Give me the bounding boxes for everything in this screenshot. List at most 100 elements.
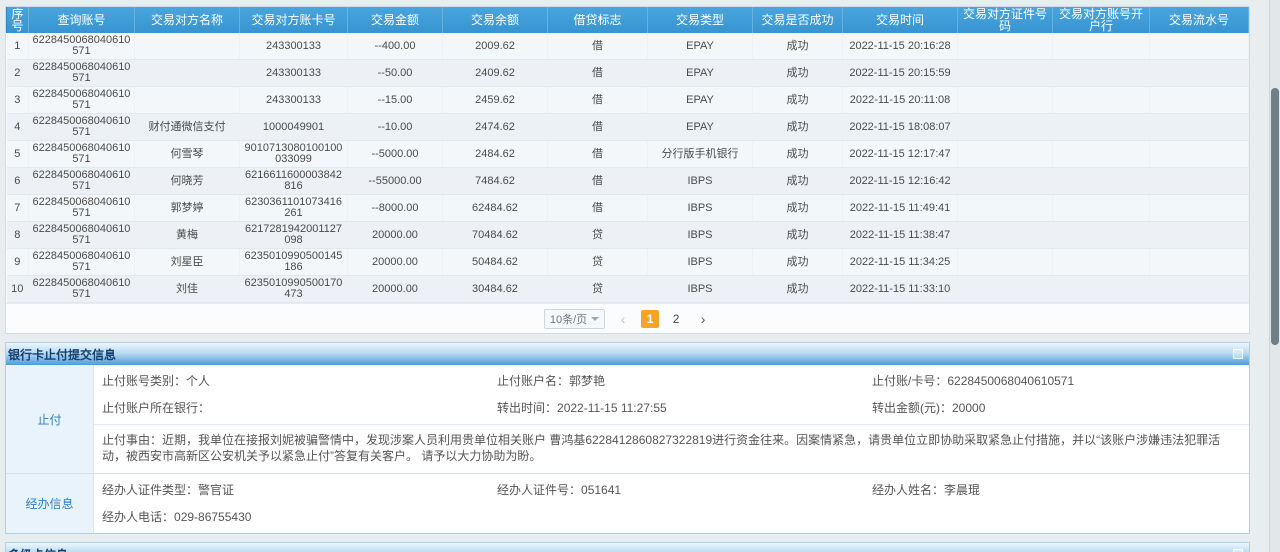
cell-flag: 借 bbox=[548, 60, 648, 87]
cell-time: 2022-11-15 12:17:47 bbox=[843, 141, 958, 168]
cell-type: EPAY bbox=[648, 33, 753, 60]
cell-card: 6230361101073416261 bbox=[240, 195, 348, 222]
collapse-icon[interactable] bbox=[1233, 349, 1243, 359]
multi-card-section: 多级卡信息 序号级别止付类型所属机构账号余额止付结果录入人录入单位录入时间 1一… bbox=[5, 542, 1250, 552]
column-header: 交易对方证件号码 bbox=[958, 7, 1053, 33]
table-row: 36228450068040610571 243300133--15.002459… bbox=[7, 87, 1249, 114]
page-size-select[interactable]: 10条/页 bbox=[544, 309, 605, 329]
cell-balance: 2459.62 bbox=[443, 87, 548, 114]
stop-payment-section-header: 银行卡止付提交信息 bbox=[6, 343, 1249, 365]
column-header: 借贷标志 bbox=[548, 7, 648, 33]
table-row: 66228450068040610571何晓芳62166116000038428… bbox=[7, 168, 1249, 195]
page-size-label: 10条/页 bbox=[550, 311, 587, 327]
vertical-scrollbar[interactable] bbox=[1269, 0, 1280, 552]
cell-seq: 1 bbox=[7, 33, 29, 60]
cell-bank bbox=[1053, 33, 1150, 60]
cell-type: EPAY bbox=[648, 60, 753, 87]
section-title: 多级卡信息 bbox=[8, 546, 68, 552]
cell-success: 成功 bbox=[753, 141, 843, 168]
cell-cert bbox=[958, 222, 1053, 249]
cell-flag: 贷 bbox=[548, 222, 648, 249]
cell-cert bbox=[958, 87, 1053, 114]
cell-flag: 借 bbox=[548, 33, 648, 60]
table-row: 56228450068040610571何雪琴90107130801001000… bbox=[7, 141, 1249, 168]
cell-seq: 9 bbox=[7, 249, 29, 276]
page-button-2[interactable]: 2 bbox=[667, 310, 685, 328]
column-header: 查询账号 bbox=[29, 7, 135, 33]
handler-content: 经办人证件类型：警官证 经办人证件号：051641 经办人姓名：李晨琨 经办人电… bbox=[94, 474, 1249, 533]
scrollbar-thumb[interactable] bbox=[1271, 88, 1279, 345]
prev-page-icon[interactable]: ‹ bbox=[615, 311, 631, 327]
cell-cert bbox=[958, 276, 1053, 303]
cell-card: 243300133 bbox=[240, 87, 348, 114]
table-row: 86228450068040610571黄梅621728194200112709… bbox=[7, 222, 1249, 249]
cell-type: IBPS bbox=[648, 249, 753, 276]
cell-flag: 借 bbox=[548, 195, 648, 222]
field-account-category: 止付账号类别：个人 bbox=[102, 372, 497, 390]
table-row: 96228450068040610571刘星臣62350109905001451… bbox=[7, 249, 1249, 276]
field-handler-name: 经办人姓名：李晨琨 bbox=[872, 481, 1245, 499]
cell-type: 分行版手机银行 bbox=[648, 141, 753, 168]
cell-name: 何晓芳 bbox=[135, 168, 240, 195]
column-header: 交易金额 bbox=[348, 7, 443, 33]
cell-amount: --15.00 bbox=[348, 87, 443, 114]
cell-card: 6235010990500170473 bbox=[240, 276, 348, 303]
transactions-panel: 序号查询账号交易对方名称交易对方账卡号交易金额交易余额借贷标志交易类型交易是否成… bbox=[5, 6, 1250, 334]
cell-cert bbox=[958, 33, 1053, 60]
main-content: 序号查询账号交易对方名称交易对方账卡号交易金额交易余额借贷标志交易类型交易是否成… bbox=[0, 0, 1268, 552]
transactions-table: 序号查询账号交易对方名称交易对方账卡号交易金额交易余额借贷标志交易类型交易是否成… bbox=[6, 7, 1249, 303]
cell-seq: 3 bbox=[7, 87, 29, 114]
multi-card-section-header: 多级卡信息 bbox=[6, 543, 1249, 552]
field-transfer-time: 转出时间：2022-11-15 11:27:55 bbox=[497, 399, 872, 417]
stop-payment-section: 银行卡止付提交信息 止付 止付账号类别：个人 止付账户名：郭梦艳 止付账/卡号：… bbox=[5, 342, 1250, 534]
cell-serial bbox=[1150, 60, 1249, 87]
cell-success: 成功 bbox=[753, 276, 843, 303]
cell-name bbox=[135, 87, 240, 114]
cell-type: IBPS bbox=[648, 195, 753, 222]
cell-bank bbox=[1053, 168, 1150, 195]
cell-serial bbox=[1150, 195, 1249, 222]
cell-success: 成功 bbox=[753, 249, 843, 276]
cell-type: IBPS bbox=[648, 168, 753, 195]
field-card-number: 止付账/卡号：6228450068040610571 bbox=[872, 372, 1245, 390]
cell-account: 6228450068040610571 bbox=[29, 276, 135, 303]
field-account-bank: 止付账户所在银行： bbox=[102, 399, 497, 417]
next-page-icon[interactable]: › bbox=[695, 311, 711, 327]
cell-account: 6228450068040610571 bbox=[29, 114, 135, 141]
cell-cert bbox=[958, 195, 1053, 222]
cell-amount: --50.00 bbox=[348, 60, 443, 87]
page-button-1[interactable]: 1 bbox=[641, 310, 659, 328]
cell-success: 成功 bbox=[753, 168, 843, 195]
cell-card: 243300133 bbox=[240, 33, 348, 60]
cell-name: 黄梅 bbox=[135, 222, 240, 249]
cell-account: 6228450068040610571 bbox=[29, 249, 135, 276]
stop-payment-group-label: 止付 bbox=[6, 365, 94, 473]
cell-amount: --8000.00 bbox=[348, 195, 443, 222]
cell-time: 2022-11-15 11:34:25 bbox=[843, 249, 958, 276]
cell-balance: 2409.62 bbox=[443, 60, 548, 87]
cell-cert bbox=[958, 249, 1053, 276]
cell-seq: 5 bbox=[7, 141, 29, 168]
column-header: 交易对方账号开户行 bbox=[1053, 7, 1150, 33]
stop-payment-content: 止付账号类别：个人 止付账户名：郭梦艳 止付账/卡号：6228450068040… bbox=[94, 365, 1249, 473]
column-header: 交易对方账卡号 bbox=[240, 7, 348, 33]
cell-serial bbox=[1150, 87, 1249, 114]
column-header: 交易是否成功 bbox=[753, 7, 843, 33]
cell-success: 成功 bbox=[753, 222, 843, 249]
table-row: 46228450068040610571财付通微信支付1000049901--1… bbox=[7, 114, 1249, 141]
column-header: 交易流水号 bbox=[1150, 7, 1249, 33]
cell-card: 1000049901 bbox=[240, 114, 348, 141]
cell-serial bbox=[1150, 276, 1249, 303]
cell-bank bbox=[1053, 195, 1150, 222]
cell-flag: 贷 bbox=[548, 276, 648, 303]
field-handler-phone: 经办人电话：029-86755430 bbox=[102, 508, 497, 526]
section-title: 银行卡止付提交信息 bbox=[8, 346, 116, 363]
table-row: 106228450068040610571刘佳62350109905001704… bbox=[7, 276, 1249, 303]
cell-bank bbox=[1053, 87, 1150, 114]
cell-seq: 10 bbox=[7, 276, 29, 303]
cell-account: 6228450068040610571 bbox=[29, 87, 135, 114]
cell-name: 何雪琴 bbox=[135, 141, 240, 168]
cell-bank bbox=[1053, 141, 1150, 168]
cell-time: 2022-11-15 11:33:10 bbox=[843, 276, 958, 303]
field-handler-cert-type: 经办人证件类型：警官证 bbox=[102, 481, 497, 499]
